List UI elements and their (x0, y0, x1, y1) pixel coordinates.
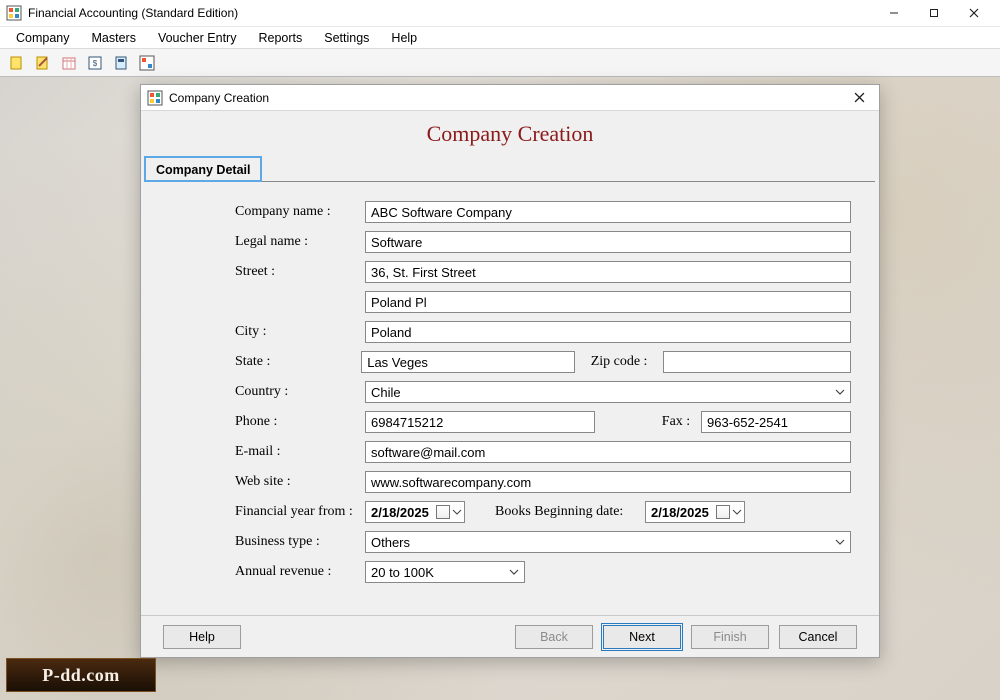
annual-revenue-combo[interactable]: 20 to 100K (365, 561, 525, 583)
finish-button[interactable]: Finish (691, 625, 769, 649)
label-website: Web site : (235, 474, 365, 490)
toolbar-calc-icon[interactable] (110, 52, 132, 74)
back-button[interactable]: Back (515, 625, 593, 649)
menu-settings[interactable]: Settings (314, 29, 379, 47)
country-value: Chile (371, 385, 401, 400)
email-field[interactable] (365, 441, 851, 463)
fax-field[interactable] (701, 411, 851, 433)
app-window: Financial Accounting (Standard Edition) … (0, 0, 1000, 77)
chevron-down-icon (832, 534, 848, 550)
city-field[interactable] (365, 321, 851, 343)
company-creation-dialog: Company Creation Company Creation Compan… (140, 84, 880, 658)
fy-from-value: 2/18/2025 (371, 505, 429, 520)
zip-field[interactable] (663, 351, 851, 373)
toolbar-new-icon[interactable] (6, 52, 28, 74)
label-books-begin: Books Beginning date: (495, 504, 645, 520)
label-business-type: Business type : (235, 534, 365, 550)
menu-help[interactable]: Help (381, 29, 427, 47)
street2-field[interactable] (365, 291, 851, 313)
chevron-down-icon (506, 564, 522, 580)
books-begin-datepicker[interactable]: 2/18/2025 (645, 501, 745, 523)
label-fy-from: Financial year from : (235, 504, 365, 520)
tab-company-detail[interactable]: Company Detail (145, 157, 261, 181)
chevron-down-icon (832, 384, 848, 400)
cancel-button[interactable]: Cancel (779, 625, 857, 649)
svg-text:$: $ (93, 59, 98, 68)
label-street: Street : (235, 264, 365, 280)
business-type-value: Others (371, 535, 410, 550)
minimize-button[interactable] (874, 1, 914, 25)
business-type-combo[interactable]: Others (365, 531, 851, 553)
calendar-icon (436, 505, 450, 519)
label-city: City : (235, 324, 365, 340)
books-begin-value: 2/18/2025 (651, 505, 709, 520)
toolbar-settings-icon[interactable] (136, 52, 158, 74)
label-legal-name: Legal name : (235, 234, 365, 250)
label-annual-revenue: Annual revenue : (235, 564, 365, 580)
watermark: P-dd.com (6, 658, 156, 692)
label-zip: Zip code : (575, 354, 663, 370)
dialog-icon (147, 90, 163, 106)
street1-field[interactable] (365, 261, 851, 283)
chevron-down-icon (732, 505, 742, 520)
label-email: E-mail : (235, 444, 365, 460)
chevron-down-icon (452, 505, 462, 520)
dialog-titlebar: Company Creation (141, 85, 879, 111)
fy-from-datepicker[interactable]: 2/18/2025 (365, 501, 465, 523)
close-button[interactable] (954, 1, 994, 25)
app-icon (6, 5, 22, 21)
state-field[interactable] (361, 351, 575, 373)
label-fax: Fax : (651, 414, 701, 430)
country-combo[interactable]: Chile (365, 381, 851, 403)
dialog-heading: Company Creation (141, 111, 879, 155)
menubar: Company Masters Voucher Entry Reports Se… (0, 26, 1000, 48)
toolbar: $ (0, 48, 1000, 76)
menu-company[interactable]: Company (6, 29, 80, 47)
menu-voucher-entry[interactable]: Voucher Entry (148, 29, 247, 47)
company-name-field[interactable] (365, 201, 851, 223)
tab-strip: Company Detail (141, 155, 879, 181)
dialog-close-button[interactable] (845, 87, 873, 109)
menu-reports[interactable]: Reports (248, 29, 312, 47)
phone-field[interactable] (365, 411, 595, 433)
toolbar-edit-icon[interactable] (32, 52, 54, 74)
dialog-title: Company Creation (169, 91, 269, 105)
maximize-button[interactable] (914, 1, 954, 25)
legal-name-field[interactable] (365, 231, 851, 253)
toolbar-report-icon[interactable]: $ (84, 52, 106, 74)
next-button[interactable]: Next (603, 625, 681, 649)
annual-revenue-value: 20 to 100K (371, 565, 434, 580)
label-company-name: Company name : (235, 204, 365, 220)
menu-masters[interactable]: Masters (82, 29, 146, 47)
dialog-button-bar: Help Back Next Finish Cancel (141, 615, 879, 657)
label-phone: Phone : (235, 414, 365, 430)
label-country: Country : (235, 384, 365, 400)
app-title: Financial Accounting (Standard Edition) (28, 6, 238, 20)
help-button[interactable]: Help (163, 625, 241, 649)
website-field[interactable] (365, 471, 851, 493)
calendar-icon (716, 505, 730, 519)
dialog-body: Company name : Legal name : Street : Cit… (145, 181, 875, 615)
label-state: State : (235, 354, 361, 370)
toolbar-calendar-icon[interactable] (58, 52, 80, 74)
titlebar: Financial Accounting (Standard Edition) (0, 0, 1000, 26)
